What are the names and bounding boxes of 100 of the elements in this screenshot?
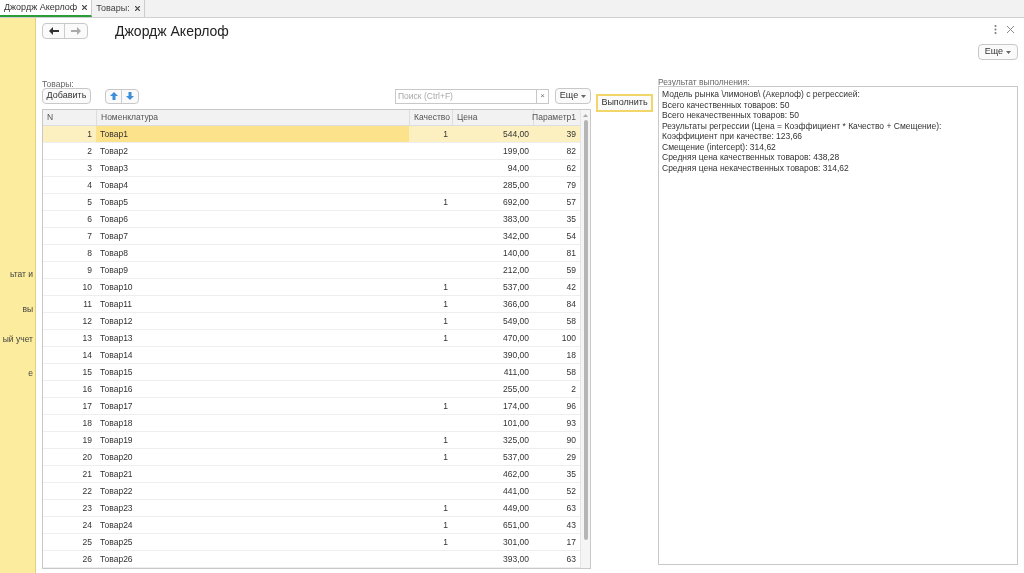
result-line: Всего некачественных товаров: 50	[662, 110, 800, 121]
table-cell-text: 199,00	[502, 144, 530, 158]
sidebar-item[interactable]: ый учет	[2, 333, 33, 346]
table-cell-text: Товар15	[99, 365, 134, 379]
table-cell-text: 20	[81, 450, 93, 464]
table-cell-text: 58	[565, 365, 577, 379]
column-header[interactable]: N	[43, 110, 96, 125]
table-cell-text: Товар24	[99, 518, 134, 532]
table-cell-text: 96	[565, 399, 577, 413]
table-cell-text: 58	[565, 314, 577, 328]
table-cell-text: 84	[565, 297, 577, 311]
table-cell-text: 79	[565, 178, 577, 192]
table-cell-text: 18	[565, 348, 577, 362]
column-header[interactable]: Номенклатура	[96, 110, 409, 125]
column-header[interactable]: Цена	[452, 110, 533, 125]
table-cell-text: 651,00	[502, 518, 530, 532]
table-cell-text: 2	[570, 382, 577, 396]
table-cell-text: 10	[81, 280, 93, 294]
caret-icon	[581, 94, 587, 98]
table-cell-text: 411,00	[502, 365, 530, 379]
table-cell-text: Товар19	[99, 433, 134, 447]
run-button[interactable]: Выполнить	[596, 93, 653, 112]
table-cell-text: 1	[442, 433, 449, 447]
add-button[interactable]: Добавить	[42, 88, 91, 104]
table-row[interactable]: 1 Товар1 1 544,00 39	[43, 126, 580, 143]
table-cell-text: 62	[565, 161, 577, 175]
tab[interactable]: Джордж Акерлоф	[0, 0, 93, 17]
table-cell-text: Товар20	[99, 450, 134, 464]
down-arrow-icon	[126, 92, 134, 100]
table-cell-text: 52	[565, 484, 577, 498]
table-cell-text: 19	[81, 433, 93, 447]
table-cell-text: 25	[81, 535, 93, 549]
sidebar-item[interactable]: е	[28, 367, 33, 380]
up-arrow-icon	[109, 92, 118, 100]
table-cell-text: Товар5	[99, 195, 129, 209]
sidebar-item[interactable]: вы	[22, 303, 33, 316]
more-button[interactable]: Еще	[977, 44, 1018, 60]
table-cell-text: Товар14	[99, 348, 134, 362]
table-cell-text: Товар25	[99, 535, 134, 549]
search-field[interactable]: Поиск (Ctrl+F) ×	[395, 88, 549, 104]
result-line: Средняя цена качественных товаров: 438,28	[662, 152, 841, 163]
table-cell-text: Товар16	[99, 382, 134, 396]
table-cell-text: 549,00	[502, 314, 530, 328]
table-cell-text: 1	[442, 127, 449, 141]
table-cell-text: 383,00	[502, 212, 530, 226]
scroll-up-icon[interactable]	[583, 114, 588, 117]
result-line: Всего качественных товаров: 50	[662, 99, 791, 110]
table-cell-text: 29	[565, 450, 577, 464]
table-cell-text: 6	[86, 212, 93, 226]
table-cell-text: 140,00	[502, 246, 530, 260]
table-cell-text: 81	[565, 246, 577, 260]
section-label: Товары:	[42, 80, 75, 87]
table-cell-text: 441,00	[502, 484, 530, 498]
column-header[interactable]: Качество	[409, 110, 452, 125]
table-cell-text: Товар10	[99, 280, 134, 294]
table-cell-text: 63	[565, 501, 577, 515]
table-cell-text: 537,00	[502, 280, 530, 294]
table-cell-text: 8	[86, 246, 93, 260]
table-cell-text: Товар6	[99, 212, 129, 226]
table-cell-text: 3	[86, 161, 93, 175]
close-icon[interactable]	[134, 6, 140, 11]
table-cell-text: 21	[81, 467, 93, 481]
more-options-icon[interactable]	[994, 25, 997, 34]
table-cell-text: 101,00	[502, 416, 530, 430]
table-cell-text: Товар11	[99, 297, 133, 311]
table-cell-text: 5	[86, 195, 93, 209]
form-title: Джордж Акерлоф	[115, 23, 229, 39]
table-cell-text: Товар13	[99, 331, 134, 345]
caret-icon	[1006, 50, 1011, 54]
scrollbar[interactable]	[580, 110, 590, 568]
table-cell-text: 470,00	[502, 331, 530, 345]
result-text-area[interactable]	[658, 86, 1018, 565]
table-cell-text: 15	[81, 365, 93, 379]
table-cell-text: 212,00	[502, 263, 530, 277]
table-cell-text: 57	[565, 195, 577, 209]
table-cell-text: 93	[565, 416, 577, 430]
table-cell-text: 544,00	[502, 127, 530, 141]
back-arrow-icon	[48, 27, 59, 35]
table-cell-text: 342,00	[502, 229, 530, 243]
table-cell-text: 11	[82, 297, 93, 311]
table-cell-text: Товар2	[99, 144, 129, 158]
table-cell-text: 9	[86, 263, 93, 277]
table-cell-text: 1	[86, 127, 93, 141]
more-button[interactable]: Еще	[555, 88, 591, 104]
table-cell-text: 42	[565, 280, 577, 294]
table-cell-text: 16	[81, 382, 93, 396]
table-cell-text: 4	[86, 178, 93, 192]
result-line: Модель рынка \лимонов\ (Акерлоф) с регрессией:	[662, 89, 861, 100]
table-cell-text: 35	[565, 467, 577, 481]
table-cell-text: Товар18	[99, 416, 134, 430]
table-cell-text: 14	[81, 348, 93, 362]
close-icon[interactable]	[82, 5, 88, 10]
table-cell-text: Товар9	[99, 263, 129, 277]
sidebar-item[interactable]: ьтат и	[9, 268, 33, 281]
table-cell-text: 1	[442, 331, 449, 345]
clear-search-button[interactable]: ×	[536, 89, 548, 103]
table-cell-text: Товар12	[99, 314, 134, 328]
table-cell-text: 17	[81, 399, 93, 413]
table-cell-text: 94,00	[506, 161, 530, 175]
scroll-thumb[interactable]	[583, 120, 588, 540]
